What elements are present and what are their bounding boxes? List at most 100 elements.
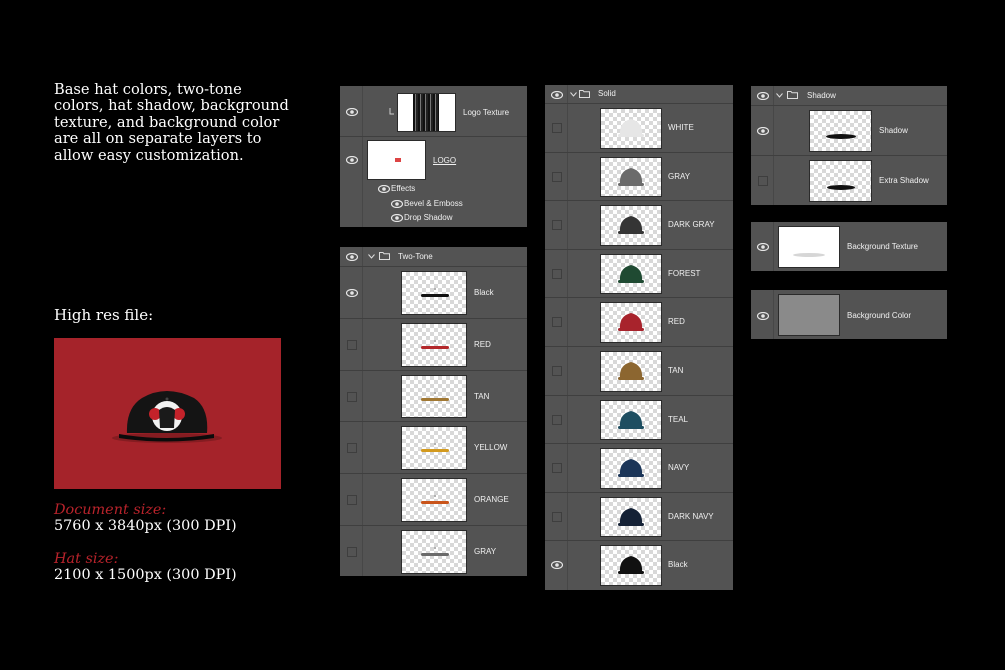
layer-thumbnail <box>600 253 662 295</box>
layer-row[interactable]: WHITE <box>545 104 733 153</box>
eye-icon[interactable] <box>346 289 358 297</box>
eye-icon[interactable] <box>391 214 403 222</box>
layer-name: RED <box>668 317 685 327</box>
eye-icon[interactable] <box>346 156 358 164</box>
folder-icon <box>379 252 390 260</box>
visibility-toggle[interactable] <box>552 463 562 474</box>
shadow-layers-panel: Shadow Shadow Extra Shadow <box>751 86 947 205</box>
layer-thumbnail <box>600 351 662 392</box>
layer-thumbnail <box>401 478 467 522</box>
visibility-toggle[interactable] <box>552 366 562 376</box>
eye-icon[interactable] <box>551 91 563 99</box>
layer-name: Black <box>668 560 688 570</box>
effect-bevel-emboss[interactable]: Bevel & Emboss <box>404 199 463 208</box>
layer-row[interactable]: DARK NAVY <box>545 493 733 542</box>
layer-row[interactable]: TEAL <box>545 396 733 445</box>
layer-name: YELLOW <box>474 443 508 453</box>
chevron-down-icon[interactable] <box>776 93 783 98</box>
visibility-toggle[interactable] <box>552 414 562 425</box>
layer-row[interactable]: TAN <box>340 371 527 423</box>
eye-icon[interactable] <box>346 108 358 116</box>
layer-row[interactable]: TAN <box>545 347 733 396</box>
hat-brim-icon <box>421 443 449 453</box>
hat-swatch-icon <box>618 459 644 478</box>
intro-text: Base hat colors, two-tone colors, hat sh… <box>54 81 334 164</box>
layer-name: Background Color <box>847 311 912 320</box>
layer-name: Shadow <box>879 126 908 135</box>
solid-layers-panel: Solid WHITE GRAY DARK GRAY FOREST RED TAN TEAL… <box>545 85 733 590</box>
background-color-panel[interactable]: Background Color <box>751 290 947 339</box>
visibility-toggle[interactable] <box>347 547 357 557</box>
layer-row-shadow[interactable]: Shadow <box>751 106 947 156</box>
eye-icon[interactable] <box>757 127 769 135</box>
layer-row[interactable]: NAVY <box>545 444 733 493</box>
background-color-thumbnail <box>778 294 840 336</box>
visibility-toggle[interactable] <box>347 391 357 402</box>
layer-row-logo-texture[interactable]: Logo Texture <box>340 86 527 137</box>
black-hat-illustration <box>112 391 222 443</box>
chevron-down-icon[interactable] <box>570 92 577 97</box>
layer-row[interactable]: Black <box>545 541 733 590</box>
visibility-toggle[interactable] <box>552 220 562 231</box>
layer-row[interactable]: RED <box>545 298 733 347</box>
hat-swatch-icon <box>618 313 644 332</box>
layer-name: TAN <box>474 391 490 401</box>
shadow-thumbnail <box>809 110 872 152</box>
hat-swatch-icon <box>618 167 644 186</box>
visibility-toggle[interactable] <box>552 123 562 133</box>
layer-name: Black <box>474 288 494 297</box>
layer-thumbnail <box>600 302 662 343</box>
layer-name: Logo Texture <box>463 108 510 117</box>
layer-row[interactable]: FOREST <box>545 250 733 299</box>
layer-name: DARK NAVY <box>668 511 714 521</box>
layer-row[interactable]: Black <box>340 267 527 319</box>
visibility-toggle[interactable] <box>552 317 562 328</box>
visibility-toggle[interactable] <box>347 443 357 454</box>
hat-swatch-icon <box>618 119 644 137</box>
effect-drop-shadow[interactable]: Drop Shadow <box>404 213 452 222</box>
hat-swatch-icon <box>618 216 644 235</box>
hat-swatch-icon <box>618 264 644 283</box>
clipping-arrow-icon <box>389 108 394 115</box>
visibility-toggle[interactable] <box>552 511 562 522</box>
layer-row[interactable]: DARK GRAY <box>545 201 733 250</box>
visibility-toggle[interactable] <box>347 495 357 506</box>
layer-row[interactable]: YELLOW <box>340 422 527 475</box>
layer-name: ORANGE <box>474 495 509 505</box>
layer-name: WHITE <box>668 123 694 132</box>
layer-thumbnail <box>600 108 662 149</box>
group-header-solid[interactable]: Solid <box>545 85 733 104</box>
eye-icon[interactable] <box>551 561 563 570</box>
layer-row-logo[interactable]: LOGO Effects Bevel & Emboss Drop Shadow <box>340 137 527 227</box>
layer-name: Background Texture <box>847 242 919 251</box>
layer-row[interactable]: ORANGE <box>340 474 527 526</box>
eye-icon[interactable] <box>757 243 769 251</box>
eye-icon[interactable] <box>378 185 390 193</box>
layer-thumbnail <box>401 426 467 471</box>
layer-row[interactable]: GRAY <box>545 153 733 202</box>
visibility-toggle[interactable] <box>552 171 562 182</box>
eye-icon[interactable] <box>757 92 769 100</box>
background-texture-thumbnail <box>778 226 840 268</box>
layer-row-extra-shadow[interactable]: Extra Shadow <box>751 156 947 205</box>
hat-swatch-icon <box>618 507 644 526</box>
hat-preview-image <box>54 338 281 489</box>
layer-thumbnail <box>401 322 467 367</box>
visibility-toggle[interactable] <box>347 339 357 350</box>
eye-icon[interactable] <box>391 200 403 208</box>
group-header-shadow[interactable]: Shadow <box>751 86 947 106</box>
layer-row[interactable]: RED <box>340 319 527 371</box>
visibility-toggle[interactable] <box>552 268 562 279</box>
document-size-value: 5760 x 3840px (300 DPI) <box>54 518 237 534</box>
hat-brim-icon <box>421 391 449 401</box>
eye-icon[interactable] <box>757 312 769 320</box>
layer-row[interactable]: GRAY <box>340 526 527 578</box>
eye-icon[interactable] <box>346 253 358 261</box>
background-texture-panel[interactable]: Background Texture <box>751 222 947 271</box>
layer-name: TEAL <box>668 414 689 424</box>
group-header-two-tone[interactable]: Two-Tone <box>340 247 527 267</box>
chevron-down-icon[interactable] <box>368 254 375 259</box>
hat-brim-icon <box>421 288 449 297</box>
hat-brim-icon <box>421 495 449 505</box>
visibility-toggle[interactable] <box>758 176 768 186</box>
